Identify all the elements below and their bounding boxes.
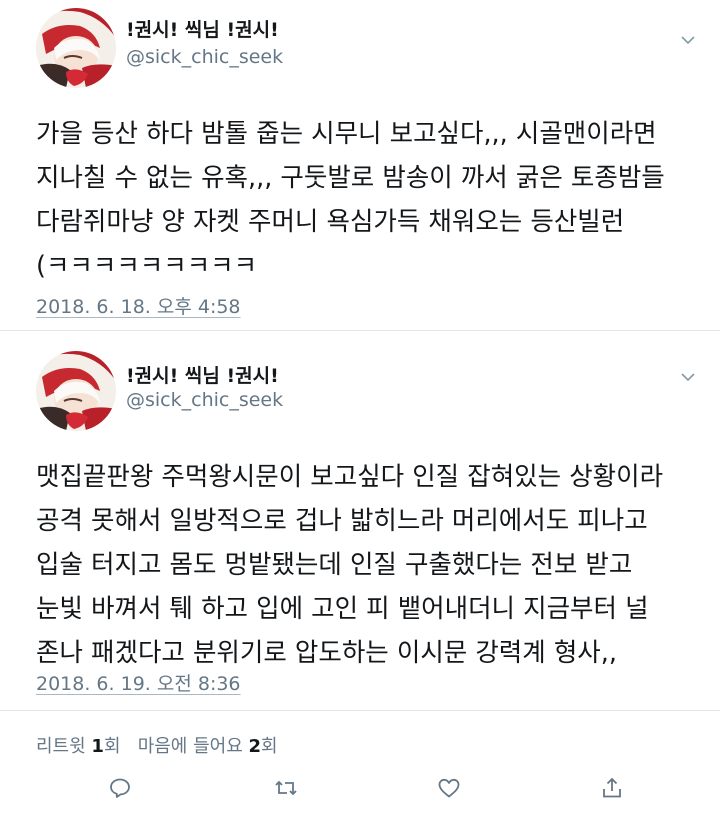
user-handle[interactable]: @sick_chic_seek — [126, 389, 283, 411]
timestamp-link[interactable]: 2018. 6. 18. 오후 4:58 — [36, 292, 241, 319]
engagement-stats: 리트윗 1회 마음에 들어요 2회 — [36, 732, 278, 758]
user-handle[interactable]: @sick_chic_seek — [126, 46, 283, 68]
likes-stat[interactable]: 마음에 들어요 2회 — [138, 736, 278, 757]
share-button[interactable] — [596, 772, 628, 804]
tweet[interactable]: !권시! 씩님 !권시! @sick_chic_seek 맷집끝판왕 주먹왕시문… — [0, 331, 720, 710]
avatar-image — [36, 351, 116, 431]
tweet-text-line: 가을 등산 하다 밤톨 줍는 시무니 보고싶다,,, 시골맨이라면 — [36, 119, 657, 149]
retweet-icon — [275, 780, 297, 796]
avatar[interactable] — [36, 8, 116, 88]
avatar[interactable] — [36, 351, 116, 431]
avatar-image — [36, 8, 116, 88]
tweet[interactable]: !권시! 씩님 !권시! @sick_chic_seek 가을 등산 하다 밤톨… — [0, 0, 720, 330]
reply-button[interactable] — [104, 772, 136, 804]
tweet-text: 맷집끝판왕 주먹왕시문이 보고싶다 인질 잡혀있는 상황이라 공격 못해서 일방… — [36, 455, 706, 675]
retweets-stat[interactable]: 리트윗 1회 — [36, 736, 121, 757]
likes-count: 2 — [248, 736, 262, 757]
tweet-text-line: 맷집끝판왕 주먹왕시문이 보고싶다 인질 잡혀있는 상황이라 — [36, 462, 664, 492]
like-icon — [438, 778, 460, 798]
reply-icon — [110, 778, 130, 798]
likes-label: 마음에 들어요 — [137, 736, 243, 757]
retweets-label: 리트윗 — [36, 736, 86, 757]
tweet-text-line: 입술 터지고 몸도 멍밭됐는데 인질 구출했다는 전보 받고 — [36, 550, 633, 580]
share-icon — [603, 777, 621, 798]
display-name[interactable]: !권시! 씩님 !권시! — [126, 15, 279, 42]
tweet-text: 가을 등산 하다 밤톨 줍는 시무니 보고싶다,,, 시골맨이라면 지나칠 수 … — [36, 112, 706, 288]
retweets-unit: 회 — [103, 736, 121, 757]
chevron-down-icon[interactable] — [680, 369, 696, 385]
like-button[interactable] — [433, 772, 465, 804]
retweets-count: 1 — [91, 736, 104, 757]
chevron-down-icon[interactable] — [680, 32, 696, 48]
tweet-text-line: 눈빛 바껴서 퉤 하고 입에 고인 피 뱉어내더니 지금부터 널 — [36, 594, 649, 624]
tweet-text-line: 다람쥐마냥 양 자켓 주머니 욕심가득 채워오는 등산빌런 — [36, 207, 625, 237]
timestamp-link[interactable]: 2018. 6. 19. 오전 8:36 — [36, 669, 241, 696]
retweet-button[interactable] — [270, 772, 302, 804]
tweet-text-line: 공격 못해서 일방적으로 겁나 밟히느라 머리에서도 피나고 — [36, 506, 648, 536]
tweet-text-line: 지나칠 수 없는 유혹,,, 구둣발로 밤송이 까서 굵은 토종밤들 — [36, 163, 665, 193]
likes-unit: 회 — [261, 736, 278, 757]
tweet-text-line: (ㅋㅋㅋㅋㅋㅋㅋㅋㅋ — [36, 251, 258, 281]
display-name[interactable]: !권시! 씩님 !권시! — [126, 361, 279, 388]
divider — [0, 710, 720, 711]
